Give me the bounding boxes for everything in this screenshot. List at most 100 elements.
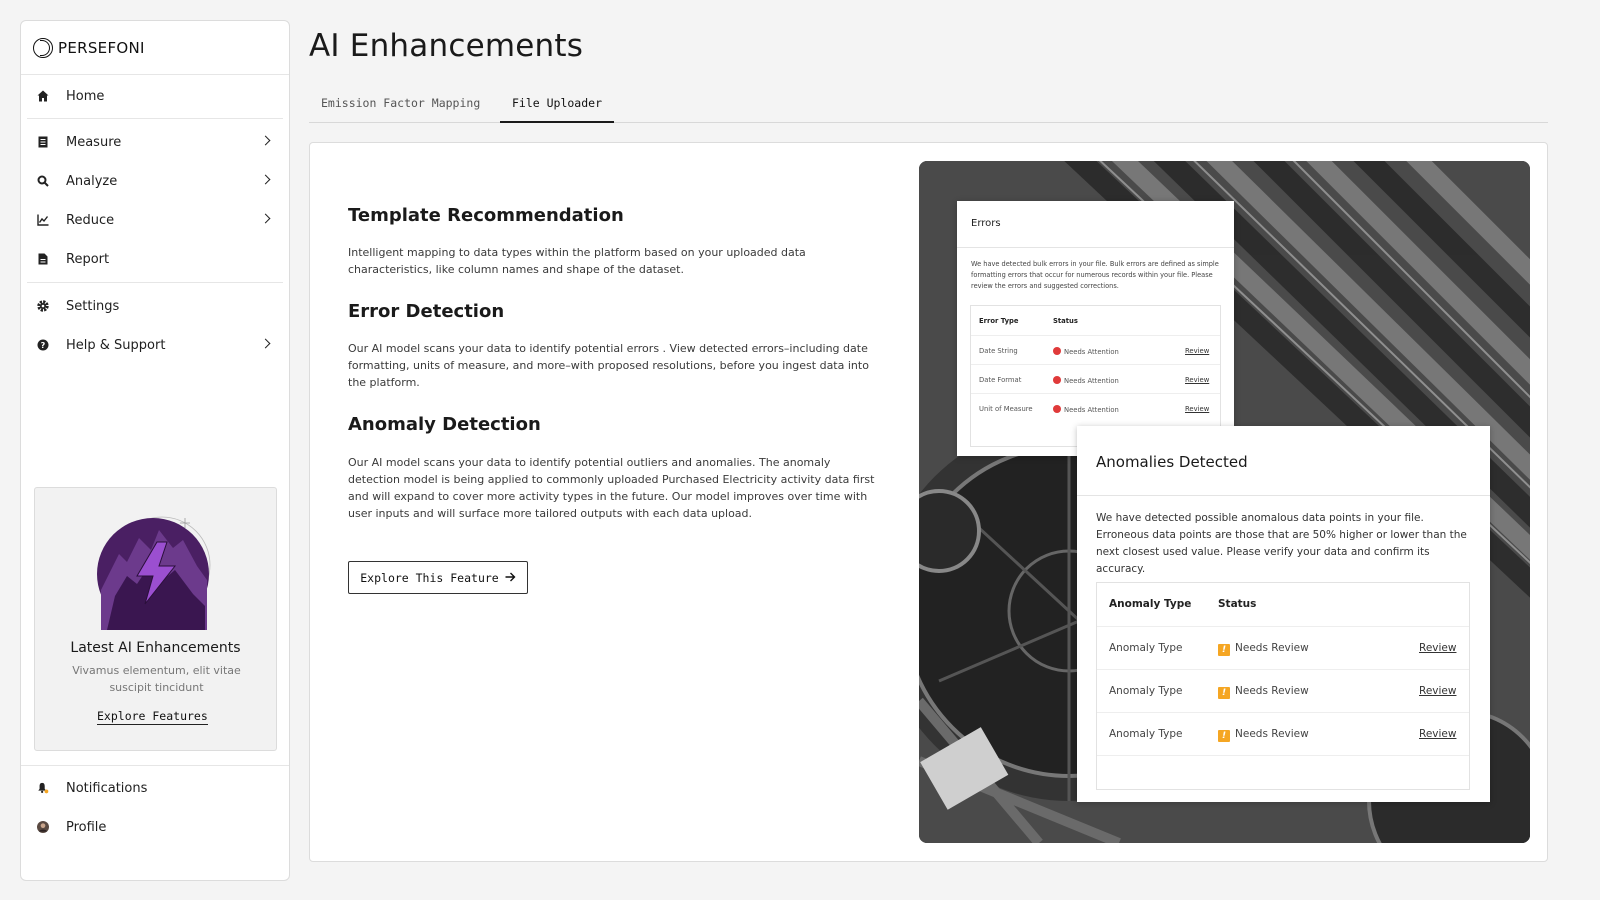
errors-card-title: Errors	[971, 218, 1001, 229]
sidebar-item-notifications[interactable]: Notifications	[21, 769, 289, 807]
anomaly-type: Anomaly Type	[1109, 728, 1183, 740]
warning-icon: !	[1218, 644, 1230, 656]
section-title-anomaly-detection: Anomaly Detection	[348, 414, 541, 435]
document-icon	[37, 136, 49, 148]
status-badge: ! Needs Review	[1218, 642, 1309, 656]
sidebar-item-label: Reduce	[66, 212, 115, 228]
table-row: Anomaly Type ! Needs Review Review	[1097, 669, 1469, 712]
sidebar-item-label: Home	[66, 88, 105, 104]
brand-logo[interactable]: PERSEFONI	[21, 21, 289, 75]
sidebar-item-label: Notifications	[66, 780, 148, 796]
chevron-right-icon	[260, 338, 271, 349]
table-row-empty	[1097, 755, 1469, 798]
errors-card: Errors We have detected bulk errors in y…	[957, 201, 1234, 456]
review-link[interactable]: Review	[1185, 405, 1209, 413]
column-header: Error Type	[979, 317, 1019, 325]
anomaly-type: Anomaly Type	[1109, 685, 1183, 697]
table-row: Date String Needs Attention Review	[971, 335, 1220, 364]
error-icon	[1053, 347, 1061, 355]
error-icon	[1053, 405, 1061, 413]
review-link[interactable]: Review	[1419, 642, 1456, 654]
review-link[interactable]: Review	[1419, 728, 1456, 740]
arrow-right-icon	[505, 571, 516, 585]
anomaly-type: Anomaly Type	[1109, 642, 1183, 654]
bell-icon	[37, 782, 49, 794]
sidebar-item-report[interactable]: Report	[21, 240, 289, 278]
section-body-error-detection: Our AI model scans your data to identify…	[348, 342, 869, 389]
avatar	[37, 821, 49, 833]
sidebar-item-analyze[interactable]: Analyze	[21, 162, 289, 200]
persefoni-logo-icon	[33, 37, 53, 58]
feature-panel: Template Recommendation Intelligent mapp…	[309, 142, 1548, 862]
sidebar-item-home[interactable]: Home	[21, 77, 289, 115]
divider	[27, 282, 283, 283]
anomalies-table: Anomaly Type Status Anomaly Type ! Needs …	[1096, 582, 1470, 790]
column-header: Anomaly Type	[1109, 598, 1192, 610]
tab-emission-factor-mapping[interactable]: Emission Factor Mapping	[309, 86, 492, 123]
divider	[27, 118, 283, 119]
sidebar-item-label: Help & Support	[66, 337, 166, 353]
ai-enhancements-promo: Latest AI Enhancements Vivamus elementum…	[34, 487, 277, 751]
ai-lightning-illustration	[97, 516, 211, 630]
anomalies-card-description: We have detected possible anomalous data…	[1096, 512, 1467, 575]
chart-icon	[37, 214, 49, 226]
explore-features-link[interactable]: Explore Features	[97, 709, 208, 725]
warning-icon: !	[1218, 687, 1230, 699]
page-title: AI Enhancements	[309, 28, 584, 64]
status-badge: Needs Attention	[1053, 347, 1119, 356]
sidebar-item-help-support[interactable]: ? Help & Support	[21, 326, 289, 364]
section-body-template-recommendation: Intelligent mapping to data types within…	[348, 246, 806, 276]
review-link[interactable]: Review	[1419, 685, 1456, 697]
sidebar-item-label: Measure	[66, 134, 122, 150]
section-title-template-recommendation: Template Recommendation	[348, 205, 624, 226]
error-icon	[1053, 376, 1061, 384]
errors-card-description: We have detected bulk errors in your fil…	[971, 260, 1219, 290]
brand-name: PERSEFONI	[58, 38, 145, 57]
sidebar-item-label: Settings	[66, 298, 120, 314]
divider	[957, 247, 1234, 248]
explore-this-feature-button[interactable]: Explore This Feature	[348, 561, 528, 594]
tab-bar: Emission Factor Mapping File Uploader	[309, 86, 1548, 123]
warning-icon: !	[1218, 730, 1230, 742]
sidebar-item-profile[interactable]: Profile	[21, 808, 289, 846]
sidebar-item-reduce[interactable]: Reduce	[21, 201, 289, 239]
divider	[1077, 495, 1490, 496]
review-link[interactable]: Review	[1185, 347, 1209, 355]
promo-title: Latest AI Enhancements	[70, 640, 241, 656]
status-badge: Needs Attention	[1053, 376, 1119, 385]
chevron-right-icon	[260, 174, 271, 185]
status-badge: Needs Attention	[1053, 405, 1119, 414]
home-icon	[37, 90, 49, 102]
error-type: Unit of Measure	[979, 405, 1033, 413]
sidebar-item-label: Profile	[66, 819, 107, 835]
error-type: Date String	[979, 347, 1018, 355]
sidebar-item-label: Analyze	[66, 173, 118, 189]
section-title-error-detection: Error Detection	[348, 301, 505, 322]
sidebar: PERSEFONI Home Measure Analyze Reduce Re…	[20, 20, 290, 881]
search-icon	[37, 175, 49, 187]
status-badge: ! Needs Review	[1218, 728, 1309, 742]
error-type: Date Format	[979, 376, 1022, 384]
column-header: Status	[1218, 598, 1257, 610]
chevron-right-icon	[260, 135, 271, 146]
gear-icon	[37, 300, 49, 312]
tab-file-uploader[interactable]: File Uploader	[500, 86, 615, 123]
table-row: Anomaly Type ! Needs Review Review	[1097, 712, 1469, 755]
help-icon: ?	[37, 339, 49, 351]
sidebar-item-measure[interactable]: Measure	[21, 123, 289, 161]
chevron-right-icon	[260, 213, 271, 224]
report-icon	[37, 253, 49, 265]
sidebar-item-label: Report	[66, 251, 110, 267]
table-row: Unit of Measure Needs Attention Review	[971, 393, 1220, 422]
status-badge: ! Needs Review	[1218, 685, 1309, 699]
explore-button-label: Explore This Feature	[360, 570, 499, 585]
review-link[interactable]: Review	[1185, 376, 1209, 384]
table-row: Date Format Needs Attention Review	[971, 364, 1220, 393]
column-header: Status	[1053, 317, 1078, 325]
anomalies-card: Anomalies Detected We have detected poss…	[1077, 426, 1490, 802]
anomalies-card-title: Anomalies Detected	[1096, 453, 1248, 471]
promo-description: Vivamus elementum, elit vitae suscipit t…	[72, 664, 241, 694]
divider	[21, 765, 289, 766]
sidebar-item-settings[interactable]: Settings	[21, 287, 289, 325]
feature-preview-image: Errors We have detected bulk errors in y…	[919, 161, 1530, 843]
